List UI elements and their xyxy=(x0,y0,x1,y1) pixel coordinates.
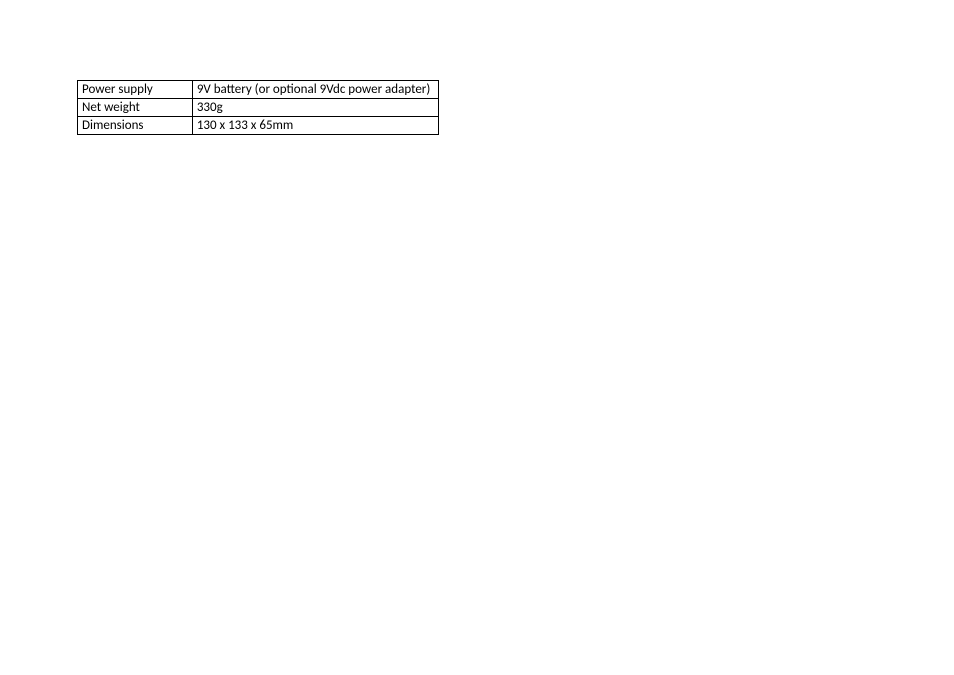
table-row: Net weight 330g xyxy=(78,99,439,117)
table-row: Power supply 9V battery (or optional 9Vd… xyxy=(78,81,439,99)
spec-value: 9V battery (or optional 9Vdc power adapt… xyxy=(192,81,438,99)
spec-label: Net weight xyxy=(78,99,193,117)
spec-value: 330g xyxy=(192,99,438,117)
spec-label: Power supply xyxy=(78,81,193,99)
spec-value: 130 x 133 x 65mm xyxy=(192,117,438,135)
spec-table: Power supply 9V battery (or optional 9Vd… xyxy=(77,80,439,135)
table-row: Dimensions 130 x 133 x 65mm xyxy=(78,117,439,135)
spec-label: Dimensions xyxy=(78,117,193,135)
